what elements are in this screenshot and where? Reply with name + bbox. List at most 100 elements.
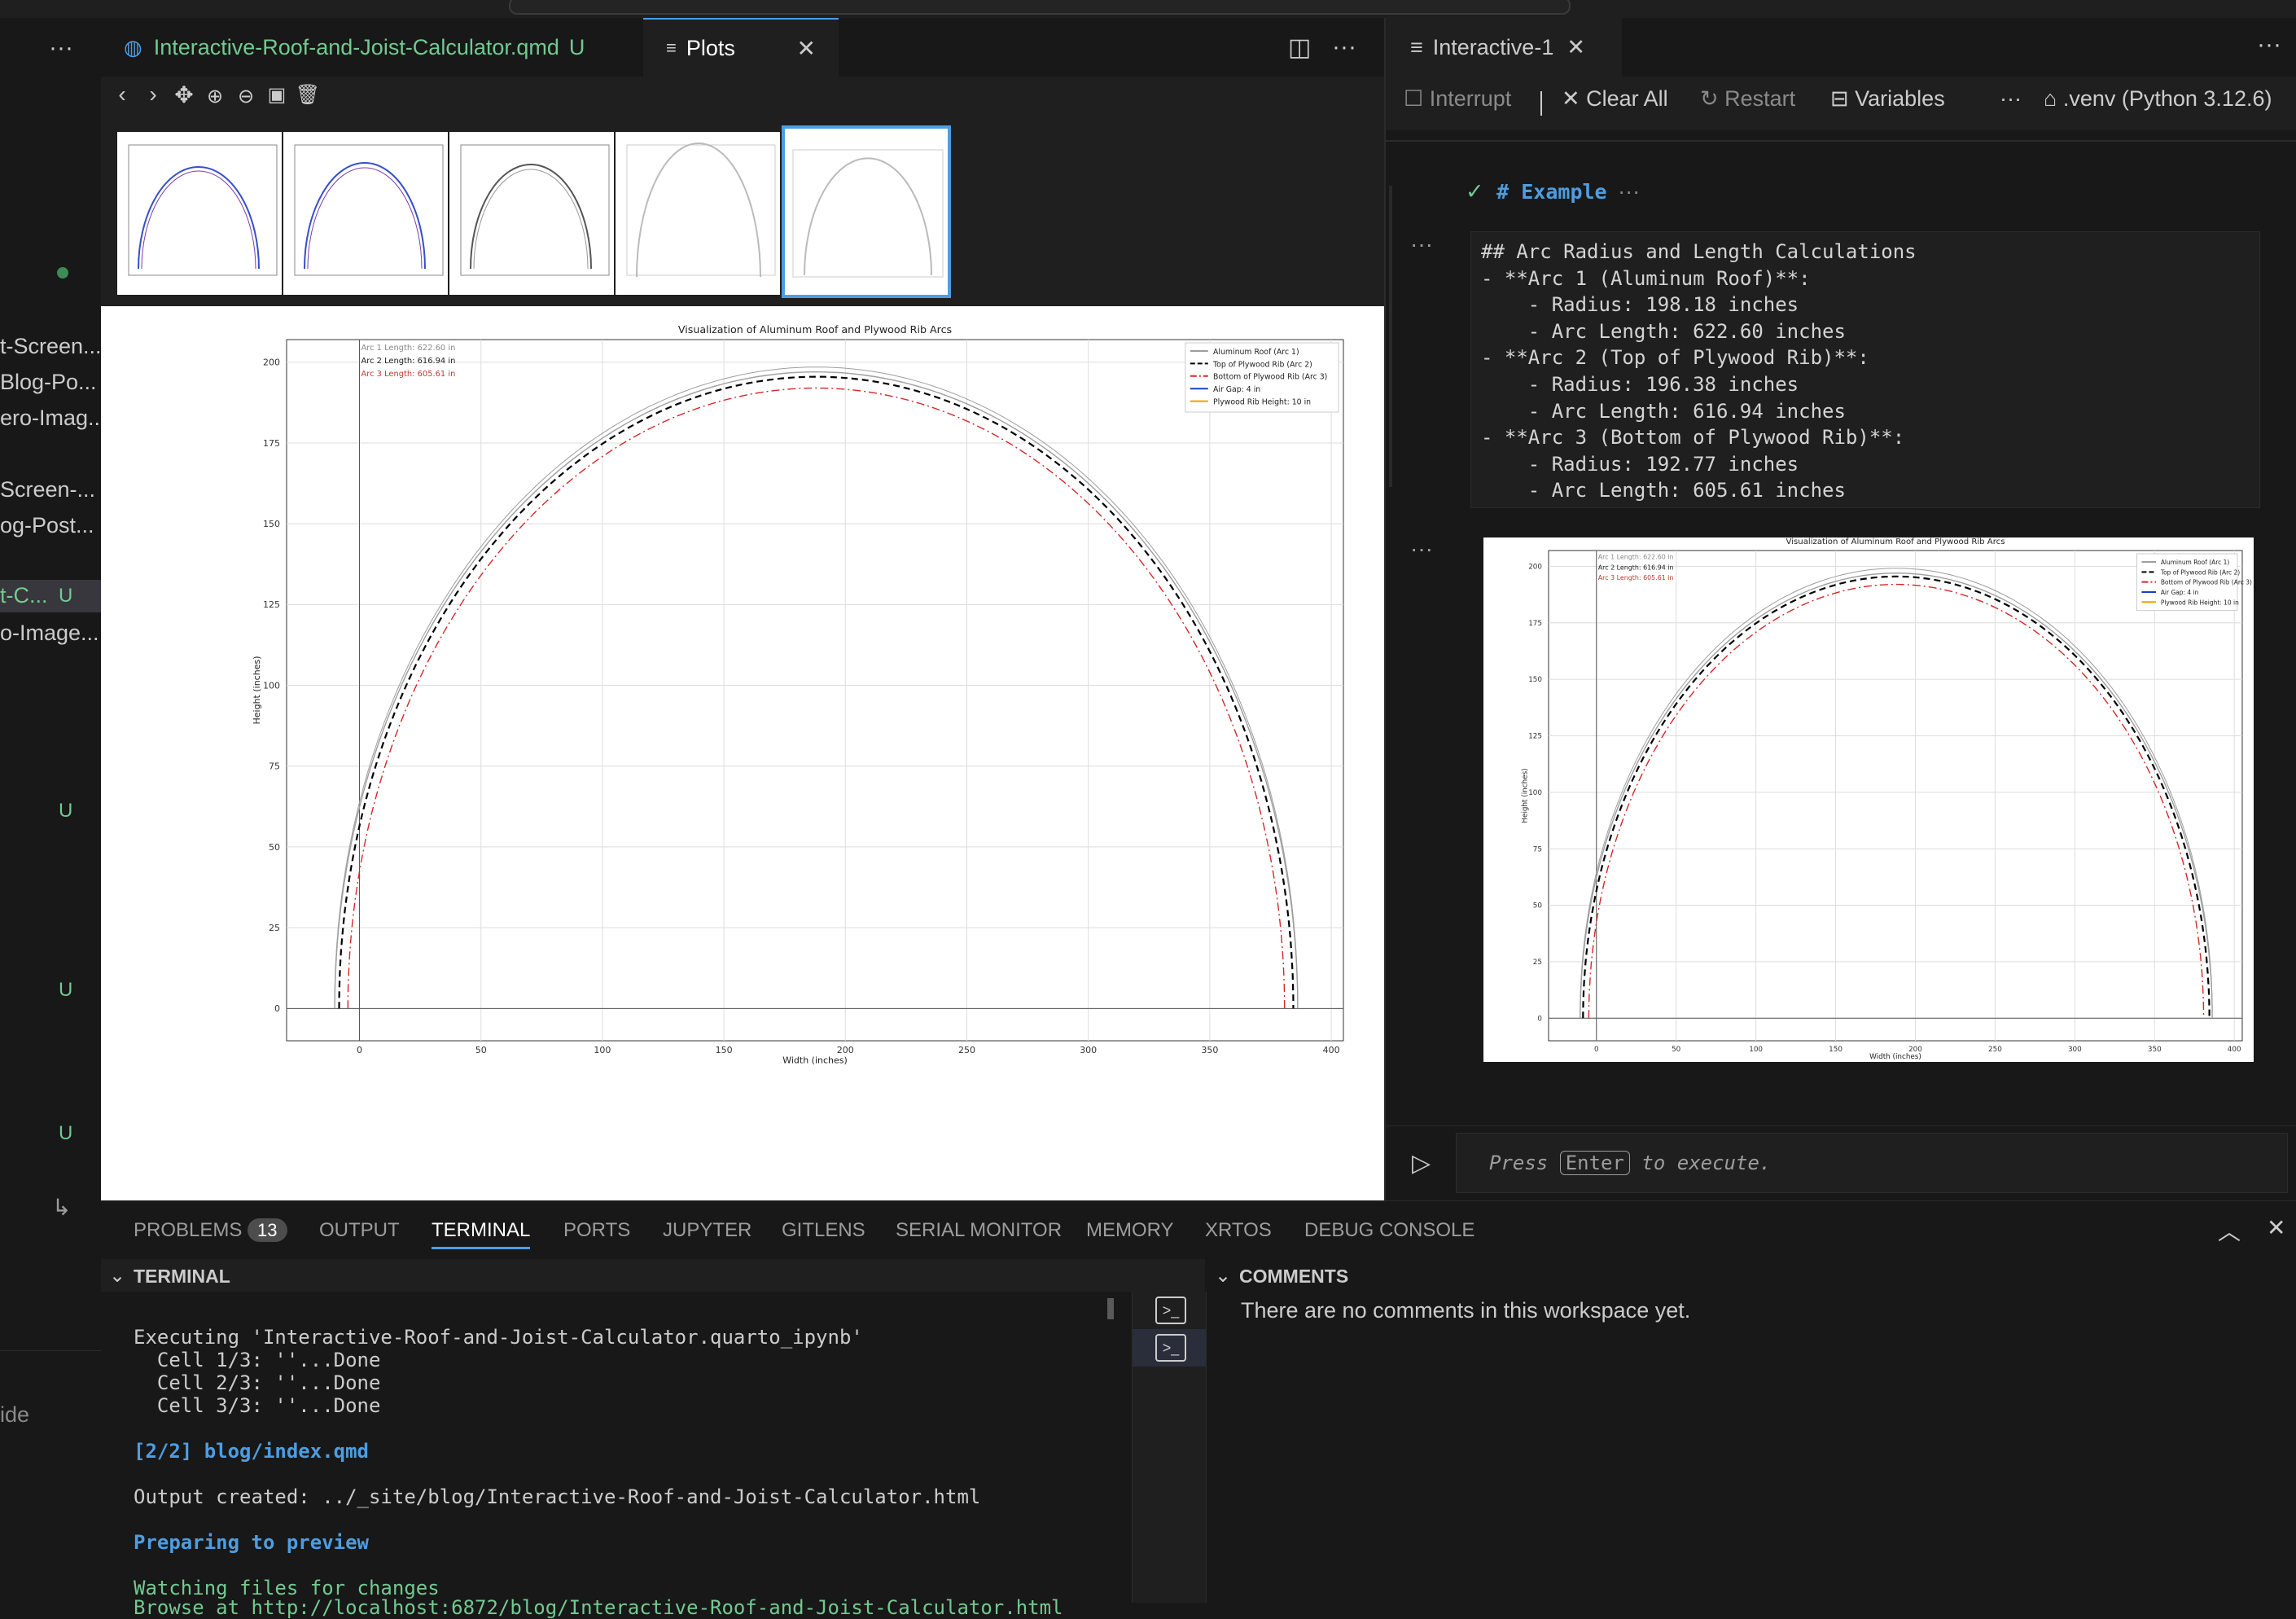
close-icon[interactable]: ✕ — [797, 35, 816, 62]
tab-serial-monitor[interactable]: SERIAL MONITOR — [896, 1219, 1062, 1242]
legend-label: Air Gap: 4 in — [2161, 589, 2199, 596]
tab-calculator-qmd[interactable]: ◍ Interactive-Roof-and-Joist-Calculator.… — [101, 18, 664, 77]
legend-label: Aluminum Roof (Arc 1) — [2161, 559, 2230, 566]
tab-output[interactable]: OUTPUT — [319, 1219, 400, 1242]
terminal-output[interactable]: Executing 'Interactive-Roof-and-Joist-Ca… — [101, 1292, 1114, 1619]
arc-length-annotation: Arc 1 Length: 622.60 in — [361, 344, 456, 353]
terminal-line: Cell 2/3: ''...Done — [134, 1371, 381, 1394]
terminal-scrollbar[interactable] — [1107, 1298, 1114, 1319]
tab-gitlens[interactable]: GITLENS — [782, 1219, 865, 1242]
y-tick-label: 25 — [1533, 959, 1542, 967]
plot-thumbnail[interactable] — [616, 132, 780, 295]
explorer-item-selected[interactable]: t-C... U — [0, 580, 101, 612]
code-input[interactable]: Press Enter to execute. — [1456, 1133, 2288, 1193]
terminal-icon: >_ — [1155, 1334, 1186, 1362]
tab-problems[interactable]: PROBLEMS 13 — [134, 1218, 287, 1242]
terminal-section-header[interactable]: ⌄ TERMINAL — [101, 1259, 1205, 1292]
markdown-output: ## Arc Radius and Length Calculations - *… — [1470, 231, 2260, 508]
arrow-right-icon[interactable]: ↳ — [52, 1194, 71, 1221]
y-tick-label: 175 — [263, 438, 280, 449]
forward-icon[interactable]: › — [138, 81, 168, 107]
zoom-out-icon[interactable]: ⊖ — [231, 85, 261, 108]
more-actions-icon[interactable]: ··· — [2257, 31, 2281, 59]
comments-section-header[interactable]: ⌄ COMMENTS — [1207, 1259, 2296, 1292]
tab-ports[interactable]: PORTS — [563, 1219, 630, 1242]
x-tick-label: 50 — [475, 1045, 487, 1055]
tab-plots[interactable]: ≡ Plots ✕ — [643, 18, 839, 77]
y-tick-label: 75 — [1533, 845, 1542, 853]
more-actions-icon[interactable]: ··· — [49, 34, 73, 62]
terminal-icon[interactable]: >_ — [1155, 1297, 1186, 1324]
cell-header[interactable]: ✓ # Example ··· — [1466, 179, 1640, 204]
delete-icon[interactable]: 🗑 — [293, 83, 322, 107]
chart-title: Visualization of Aluminum Roof and Plywo… — [678, 323, 952, 336]
variables-button[interactable]: ⊟ Variables — [1830, 86, 1945, 112]
terminal-item-selected[interactable]: >_ — [1133, 1329, 1206, 1367]
tab-label: Plots — [686, 35, 735, 60]
explorer-sidebar: ··· t-Screen... Blog-Po... ero-Imag... S… — [0, 18, 107, 1603]
explorer-item[interactable]: Screen-... — [0, 477, 95, 502]
markdown-line: - **Arc 3 (Bottom of Plywood Rib)**: — [1481, 426, 1905, 450]
plot-thumbnail[interactable] — [283, 132, 448, 295]
y-tick-label: 200 — [263, 358, 280, 368]
y-tick-label: 0 — [274, 1003, 280, 1014]
restart-button[interactable]: ↻ Restart — [1700, 86, 1795, 112]
tab-terminal[interactable]: TERMINAL — [432, 1219, 531, 1249]
terminal-line: Cell 3/3: ''...Done — [134, 1394, 381, 1417]
tab-xrtos[interactable]: XRTOS — [1205, 1219, 1272, 1242]
plot-frame — [1548, 550, 2243, 1042]
x-tick-label: 300 — [2068, 1046, 2082, 1054]
legend-label: Air Gap: 4 in — [1213, 385, 1260, 394]
tab-jupyter[interactable]: JUPYTER — [663, 1219, 751, 1242]
kernel-picker[interactable]: ⌂ .venv (Python 3.12.6) — [2044, 86, 2272, 112]
plot-thumbnail[interactable] — [449, 132, 614, 295]
markdown-line: - Radius: 196.38 inches — [1481, 372, 1799, 396]
arc-length-annotation: Arc 2 Length: 616.94 in — [361, 357, 456, 366]
input-row: ▷ Press Enter to execute. — [1386, 1125, 2296, 1201]
save-icon[interactable]: ▣ — [262, 83, 291, 107]
close-icon[interactable]: ✕ — [1566, 35, 1585, 60]
explorer-item[interactable]: o-Image... — [0, 621, 99, 646]
interrupt-button[interactable]: ☐ Interrupt — [1404, 86, 1511, 112]
cell-more-icon[interactable]: ··· — [1410, 536, 1433, 562]
run-icon[interactable]: ▷ — [1412, 1149, 1431, 1178]
tab-interactive-1[interactable]: ≡ Interactive-1 ✕ — [1386, 18, 1622, 77]
tab-memory[interactable]: MEMORY — [1086, 1219, 1174, 1242]
explorer-item[interactable]: Blog-Po... — [0, 370, 97, 395]
status-dot — [57, 267, 68, 279]
pan-icon[interactable]: ✥ — [169, 81, 199, 108]
plot-frame — [286, 339, 1344, 1042]
explorer-item[interactable]: ero-Imag... — [0, 406, 107, 431]
more-actions-icon[interactable]: ··· — [1618, 179, 1640, 204]
command-center[interactable] — [509, 0, 1571, 15]
preview-icon: ≡ — [666, 37, 677, 58]
y-tick-label: 125 — [1528, 733, 1542, 741]
clear-all-button[interactable]: ✕ Clear All — [1562, 86, 1668, 112]
plot-thumbnail-selected[interactable] — [782, 125, 951, 298]
maximize-panel-icon[interactable]: ︿ — [2218, 1214, 2241, 1247]
split-editor-icon[interactable]: ◫ — [1288, 18, 1321, 77]
tab-debug-console[interactable]: DEBUG CONSOLE — [1304, 1219, 1474, 1242]
plot-thumbnail[interactable] — [117, 132, 282, 295]
cell-gutter — [1389, 186, 1392, 487]
more-actions-icon[interactable]: ··· — [2000, 86, 2022, 112]
title-bar — [0, 0, 2296, 19]
markdown-text: ## Arc Radius and Length Calculations - *… — [1471, 232, 2259, 511]
x-tick-label: 250 — [1988, 1046, 2002, 1054]
terminal-line: Browse at http://localhost:6872/blog/Int… — [134, 1596, 1063, 1619]
zoom-in-icon[interactable]: ⊕ — [200, 85, 230, 108]
y-tick-label: 50 — [1533, 902, 1543, 910]
tab-label: Interactive-1 — [1432, 34, 1554, 59]
explorer-item[interactable]: t-Screen... — [0, 334, 102, 359]
back-icon[interactable]: ‹ — [107, 81, 137, 107]
kernel-icon: ⌂ — [2044, 86, 2057, 111]
x-tick-label: 250 — [958, 1045, 975, 1055]
cell-more-icon[interactable]: ··· — [1410, 231, 1433, 257]
comments-section: ⌄ COMMENTS There are no comments in this… — [1207, 1259, 2296, 1603]
more-actions-icon[interactable]: ··· — [1332, 18, 1365, 77]
legend-label: Top of Plywood Rib (Arc 2) — [1212, 360, 1312, 369]
arc-chart: 0 50 100 150 200 250 300 350 400 0 25 50 75 100 125 150… — [252, 323, 1344, 1066]
arc-series-line — [1580, 572, 2213, 1019]
close-panel-icon[interactable]: ✕ — [2267, 1214, 2285, 1241]
explorer-item[interactable]: og-Post... — [0, 513, 94, 538]
